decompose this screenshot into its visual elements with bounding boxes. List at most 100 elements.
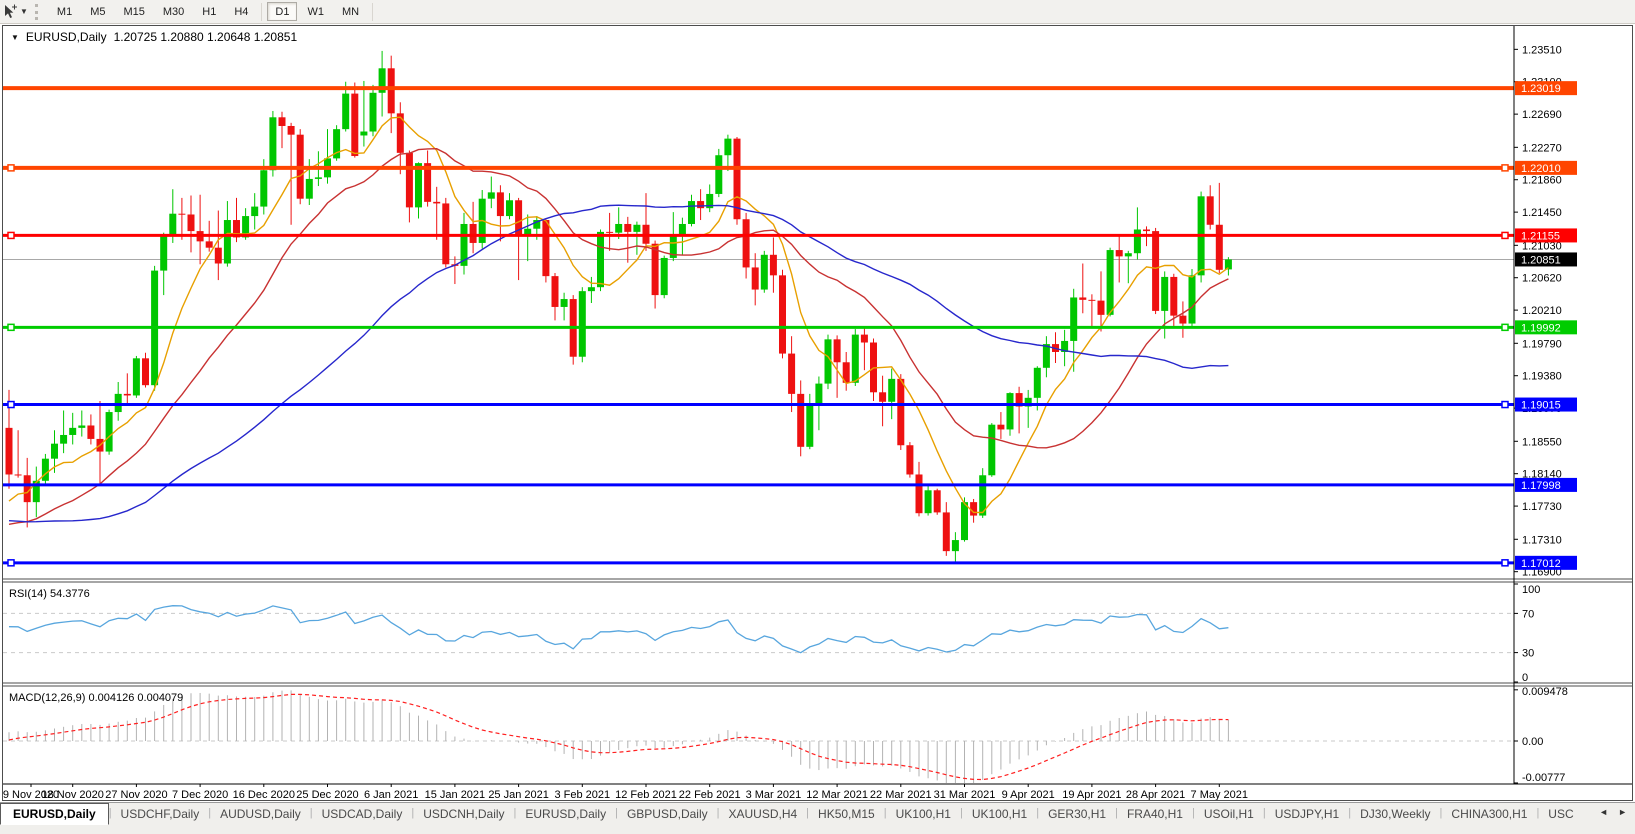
tab-dj30-weekly-15[interactable]: DJ30,Weekly (1351, 804, 1439, 823)
timeframe-group: D1 W1 MN (266, 2, 368, 21)
svg-text:1.19380: 1.19380 (1522, 371, 1562, 383)
timeframe-button-d1[interactable]: D1 (267, 2, 298, 21)
svg-text:28 Apr 2021: 28 Apr 2021 (1126, 789, 1185, 800)
chevron-down-icon[interactable]: ▼ (20, 7, 28, 16)
svg-text:18 Nov 2020: 18 Nov 2020 (42, 789, 104, 800)
svg-text:0: 0 (1522, 672, 1528, 684)
chart-ohlc-values: 1.20725 1.20880 1.20648 1.20851 (113, 30, 298, 44)
svg-text:1.17730: 1.17730 (1522, 501, 1562, 513)
svg-text:31 Mar 2021: 31 Mar 2021 (934, 789, 996, 800)
timeframe-button-h4[interactable]: H4 (226, 2, 256, 21)
svg-text:1.22690: 1.22690 (1522, 109, 1562, 121)
timeframe-button-m1[interactable]: M1 (49, 2, 80, 21)
svg-text:12 Feb 2021: 12 Feb 2021 (615, 789, 677, 800)
svg-text:7 May 2021: 7 May 2021 (1191, 789, 1248, 800)
timeframe-button-m5[interactable]: M5 (82, 2, 113, 21)
tab-usdcad-daily-3[interactable]: USDCAD,Daily (313, 804, 412, 823)
timeframe-button-m30[interactable]: M30 (155, 2, 192, 21)
pointer-tool-button[interactable]: ▼ (0, 3, 31, 21)
svg-text:0.00: 0.00 (1522, 736, 1543, 748)
tab-eurusd-daily-5[interactable]: EURUSD,Daily (516, 804, 615, 823)
hline-handle[interactable] (1501, 231, 1509, 240)
svg-text:1.19992: 1.19992 (1521, 322, 1561, 334)
tab-uk100-h1-10[interactable]: UK100,H1 (963, 804, 1036, 823)
svg-text:3 Feb 2021: 3 Feb 2021 (554, 789, 610, 800)
svg-text:27 Nov 2020: 27 Nov 2020 (105, 789, 167, 800)
tab-hk50-m15-8[interactable]: HK50,M15 (809, 804, 884, 823)
timeframe-button-w1[interactable]: W1 (299, 2, 332, 21)
svg-text:1.20851: 1.20851 (1521, 254, 1561, 266)
svg-text:7 Dec 2020: 7 Dec 2020 (172, 789, 228, 800)
svg-text:3 Mar 2021: 3 Mar 2021 (746, 789, 802, 800)
svg-text:1.17998: 1.17998 (1521, 480, 1561, 492)
svg-text:1.19015: 1.19015 (1521, 400, 1561, 412)
toolbar-separator (372, 2, 374, 21)
tab-fra40-h1-12[interactable]: FRA40,H1 (1118, 804, 1192, 823)
crosshair-cursor-icon (1, 3, 19, 21)
macd-pane-label: MACD(12,26,9) 0.004126 0.004079 (9, 692, 183, 704)
svg-text:100: 100 (1522, 584, 1540, 596)
price-line-label: 1.21155 (1515, 228, 1577, 243)
price-axis: 1.235101.231001.226901.222701.218601.214… (1514, 44, 1568, 784)
tab-eurusd-daily-0[interactable]: EURUSD,Daily (0, 803, 109, 825)
svg-text:1.21155: 1.21155 (1521, 230, 1560, 242)
svg-text:0.009478: 0.009478 (1522, 686, 1568, 698)
svg-text:1.17012: 1.17012 (1521, 558, 1561, 570)
svg-text:22 Feb 2021: 22 Feb 2021 (679, 789, 741, 800)
top-toolbar: ▼ M1 M5 M15 M30 H1 H4 D1 W1 MN (0, 0, 1635, 24)
macd-signal-line (8, 693, 1229, 781)
tab-xauusd-h4-7[interactable]: XAUUSD,H4 (719, 804, 806, 823)
chart-canvas[interactable]: 1.235101.231001.226901.222701.218601.214… (3, 26, 1632, 800)
tab-uk100-h1-9[interactable]: UK100,H1 (887, 804, 960, 823)
tab-scrollers: ◄ ► (1595, 803, 1635, 817)
tab-scroll-right-icon[interactable]: ► (1618, 807, 1627, 817)
toolbar-separator (261, 2, 263, 21)
hline-handle[interactable] (1501, 400, 1509, 409)
hline-handle[interactable] (7, 164, 15, 172)
tab-usdchf-daily-1[interactable]: USDCHF,Daily (112, 804, 209, 823)
svg-text:1.22010: 1.22010 (1521, 163, 1561, 175)
chart-symbol-label: EURUSD,Daily (25, 30, 107, 44)
price-line-label: 1.19015 (1515, 397, 1577, 412)
svg-text:1.23019: 1.23019 (1521, 83, 1561, 95)
hline-handle[interactable] (7, 559, 15, 567)
svg-text:12 Mar 2021: 12 Mar 2021 (806, 789, 868, 800)
tab-usdjpy-h1-14[interactable]: USDJPY,H1 (1266, 804, 1348, 823)
timeframe-button-h1[interactable]: H1 (194, 2, 224, 21)
svg-text:6 Jan 2021: 6 Jan 2021 (364, 789, 418, 800)
svg-text:1.22270: 1.22270 (1522, 142, 1562, 154)
timeframe-group: M1 M5 M15 M30 H1 H4 (48, 2, 258, 21)
svg-text:16 Dec 2020: 16 Dec 2020 (233, 789, 295, 800)
chart-tab-bar: EURUSD,Daily | USDCHF,Daily | AUDUSD,Daily | U… (0, 802, 1635, 834)
timeframe-button-mn[interactable]: MN (334, 2, 367, 21)
svg-text:-0.00777: -0.00777 (1522, 772, 1565, 784)
svg-text:1.21860: 1.21860 (1522, 175, 1562, 187)
svg-text:1.20620: 1.20620 (1522, 273, 1562, 285)
hline-handle[interactable] (1501, 323, 1509, 332)
tab-scroll-left-icon[interactable]: ◄ (1599, 807, 1608, 817)
svg-text:1.18550: 1.18550 (1522, 436, 1562, 448)
hline-handle[interactable] (7, 231, 15, 240)
svg-text:22 Mar 2021: 22 Mar 2021 (870, 789, 932, 800)
chart-title: ▼ EURUSD,Daily 1.20725 1.20880 1.20648 1… (11, 30, 297, 44)
timeframe-button-m15[interactable]: M15 (115, 2, 152, 21)
svg-text:1.20210: 1.20210 (1522, 305, 1562, 317)
price-line-label: 1.20851 (1515, 252, 1577, 267)
time-axis: 9 Nov 202018 Nov 2020 27 Nov 2020 7 Dec 20… (3, 784, 1248, 800)
tab-usdcnh-daily-4[interactable]: USDCNH,Daily (414, 804, 513, 823)
tab-audusd-daily-2[interactable]: AUDUSD,Daily (211, 804, 310, 823)
tab-usc-17[interactable]: USC (1539, 804, 1582, 823)
hline-handle[interactable] (1501, 164, 1509, 172)
svg-text:1.19790: 1.19790 (1522, 338, 1562, 350)
ma-fast-line (8, 116, 1229, 514)
tab-ger30-h1-11[interactable]: GER30,H1 (1039, 804, 1115, 823)
chart-collapse-icon[interactable]: ▼ (11, 33, 19, 42)
toolbar-grip-handle[interactable] (34, 3, 42, 20)
tab-gbpusd-daily-6[interactable]: GBPUSD,Daily (618, 804, 717, 823)
hline-handle[interactable] (7, 323, 15, 332)
hline-handle[interactable] (7, 400, 15, 409)
svg-text:19 Apr 2021: 19 Apr 2021 (1062, 789, 1121, 800)
tab-china300-h1-16[interactable]: CHINA300,H1 (1442, 804, 1536, 823)
tab-usoil-h1-13[interactable]: USOil,H1 (1195, 804, 1263, 823)
hline-handle[interactable] (1501, 559, 1509, 567)
